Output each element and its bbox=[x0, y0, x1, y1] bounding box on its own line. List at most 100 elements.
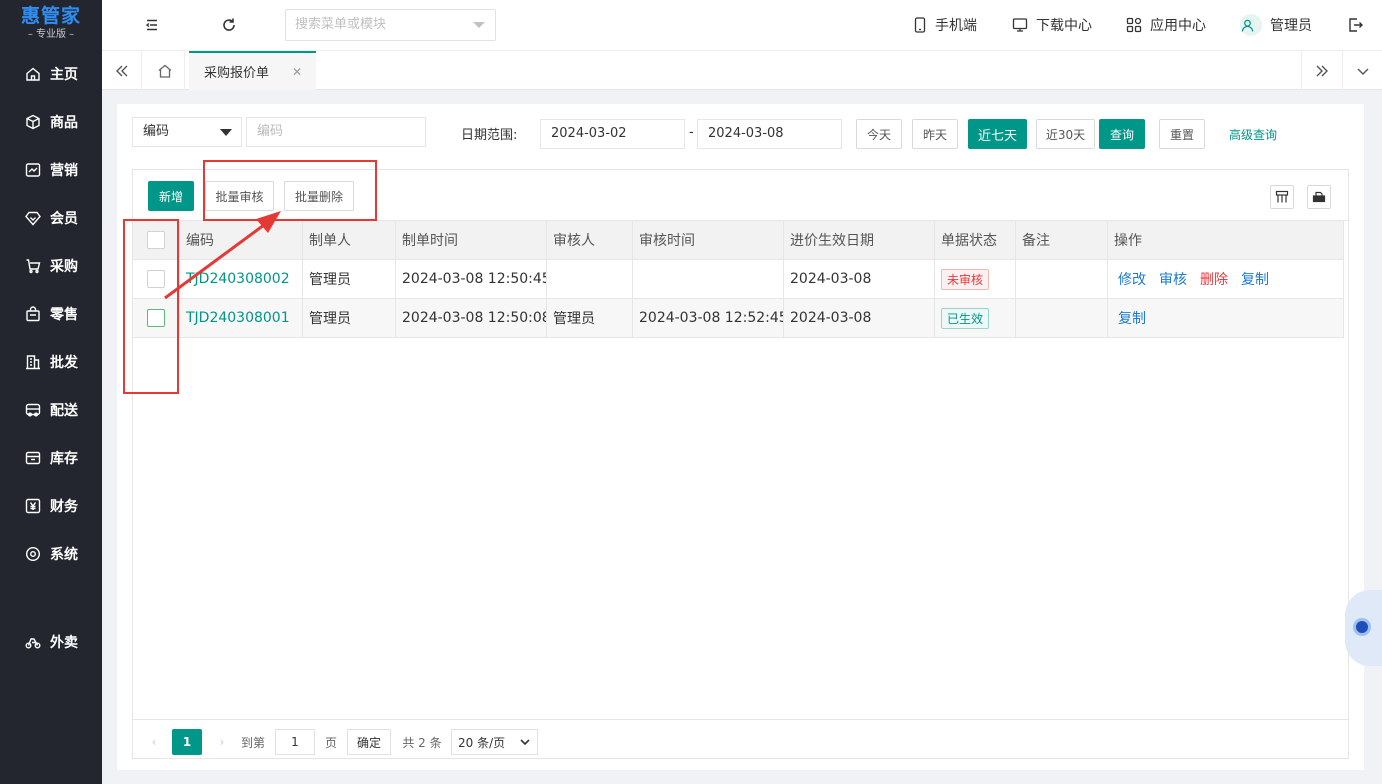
goto-label: 到第 bbox=[240, 735, 265, 750]
sidebar-item-label: 会员 bbox=[50, 211, 78, 227]
sidebar-item-label: 主页 bbox=[50, 67, 78, 83]
header-status[interactable]: 单据状态 bbox=[935, 221, 1016, 259]
goto-page-input[interactable]: 1 bbox=[275, 729, 315, 755]
sidebar-item-label: 外卖 bbox=[50, 635, 78, 651]
sidebar-item-marketing[interactable]: 营销 bbox=[0, 148, 102, 192]
tab-purchase-quote[interactable]: 采购报价单 ✕ bbox=[189, 51, 316, 90]
sidebar-item-purchase[interactable]: 采购 bbox=[0, 244, 102, 288]
sidebar-item-label: 库存 bbox=[50, 451, 78, 467]
row-code-link[interactable]: TJD240308002 bbox=[180, 260, 303, 298]
row-creator: 管理员 bbox=[303, 260, 396, 298]
logout-icon[interactable] bbox=[1345, 15, 1365, 35]
sidebar-item-finance[interactable]: 财务 bbox=[0, 484, 102, 528]
date-to-input[interactable]: 2024-03-08 bbox=[697, 119, 842, 149]
row-note bbox=[1016, 299, 1108, 337]
menu-collapse-icon[interactable] bbox=[142, 15, 162, 35]
row-effective-date: 2024-03-08 bbox=[784, 260, 935, 298]
box-icon bbox=[25, 451, 41, 465]
audit-link[interactable]: 审核 bbox=[1159, 269, 1187, 289]
download-center-link[interactable]: 下载中心 bbox=[1012, 0, 1092, 50]
refresh-icon[interactable] bbox=[219, 15, 239, 35]
sidebar-item-takeout[interactable]: 外卖 bbox=[0, 620, 102, 664]
tabs-scroll-right-button[interactable] bbox=[1301, 51, 1341, 90]
sidebar-item-label: 配送 bbox=[50, 403, 78, 419]
export-button[interactable] bbox=[1307, 185, 1331, 209]
tab-bar: 采购报价单 ✕ bbox=[102, 50, 1382, 90]
tab-home[interactable] bbox=[145, 51, 185, 90]
sidebar-item-label: 财务 bbox=[50, 499, 78, 515]
header-actions: 操作 bbox=[1108, 221, 1344, 259]
annotation-box-checkboxes bbox=[123, 219, 179, 394]
search-field-select[interactable]: 编码 bbox=[132, 117, 242, 147]
date-from-input[interactable]: 2024-03-02 bbox=[540, 119, 685, 149]
delete-link[interactable]: 删除 bbox=[1200, 269, 1228, 289]
total-count: 共 2 条 bbox=[402, 735, 442, 750]
chevron-down-icon bbox=[1357, 68, 1368, 75]
sidebar-item-system[interactable]: 系统 bbox=[0, 532, 102, 576]
prev-page-icon[interactable]: ‹ bbox=[145, 729, 163, 755]
sidebar-item-member[interactable]: 会员 bbox=[0, 196, 102, 240]
menu-search-input[interactable]: 搜索菜单或模块 bbox=[285, 9, 496, 41]
table-row: TJD240308002 管理员 2024-03-08 12:50:45 202… bbox=[133, 260, 1344, 299]
sidebar-item-retail[interactable]: 零售 bbox=[0, 292, 102, 336]
page-1-button[interactable]: 1 bbox=[172, 729, 202, 755]
annotation-box-batch-buttons bbox=[203, 160, 377, 221]
edit-link[interactable]: 修改 bbox=[1118, 269, 1146, 289]
user-icon bbox=[1241, 19, 1253, 32]
bag-icon bbox=[26, 306, 40, 322]
date-separator: - bbox=[689, 125, 694, 140]
code-search-input[interactable]: 编码 bbox=[246, 117, 426, 147]
sidebar-item-label: 系统 bbox=[50, 547, 78, 563]
row-created-time: 2024-03-08 12:50:45 bbox=[396, 260, 547, 298]
row-audit-time bbox=[633, 260, 784, 298]
header-effective-date[interactable]: 进价生效日期 bbox=[784, 221, 935, 259]
settings-icon bbox=[25, 546, 41, 562]
tabs-scroll-left-button[interactable] bbox=[102, 51, 142, 90]
columns-filter-button[interactable] bbox=[1270, 185, 1294, 209]
sidebar: 惠管家 – 专业版 – 主页 商品 营销 会员 采购 零售 批发 配送 库存 财… bbox=[0, 0, 102, 784]
next-page-icon[interactable]: › bbox=[213, 729, 231, 755]
header-created-time[interactable]: 制单时间 bbox=[396, 221, 547, 259]
sidebar-item-label: 零售 bbox=[50, 307, 78, 323]
yesterday-button[interactable]: 昨天 bbox=[912, 119, 958, 149]
sidebar-item-label: 营销 bbox=[50, 163, 78, 179]
query-button[interactable]: 查询 bbox=[1099, 119, 1145, 149]
close-icon[interactable]: ✕ bbox=[292, 65, 302, 79]
sidebar-item-goods[interactable]: 商品 bbox=[0, 100, 102, 144]
yen-icon bbox=[25, 498, 41, 514]
header-auditor[interactable]: 审核人 bbox=[547, 221, 633, 259]
header-audit-time[interactable]: 审核时间 bbox=[633, 221, 784, 259]
bike-icon bbox=[25, 638, 41, 649]
pagination: ‹ 1 › 到第 1 页 确定 共 2 条 20 条/页 bbox=[133, 719, 1348, 759]
copy-link[interactable]: 复制 bbox=[1118, 308, 1146, 328]
header-creator[interactable]: 制单人 bbox=[303, 221, 396, 259]
page-size-value: 20 条/页 bbox=[458, 735, 506, 750]
sidebar-item-delivery[interactable]: 配送 bbox=[0, 388, 102, 432]
app-center-link[interactable]: 应用中心 bbox=[1126, 0, 1206, 50]
add-button[interactable]: 新增 bbox=[148, 181, 194, 211]
tabs-menu-button[interactable] bbox=[1342, 51, 1382, 90]
sidebar-item-wholesale[interactable]: 批发 bbox=[0, 340, 102, 384]
advanced-query-link[interactable]: 高级查询 bbox=[1229, 126, 1277, 143]
sidebar-item-stock[interactable]: 库存 bbox=[0, 436, 102, 480]
assistant-icon bbox=[1353, 618, 1371, 636]
print-icon bbox=[1312, 191, 1326, 203]
today-button[interactable]: 今天 bbox=[856, 119, 902, 149]
page-size-select[interactable]: 20 条/页 bbox=[451, 729, 538, 755]
copy-link[interactable]: 复制 bbox=[1241, 269, 1269, 289]
tab-label: 采购报价单 bbox=[204, 66, 270, 81]
goto-confirm-button[interactable]: 确定 bbox=[347, 729, 391, 755]
header-note[interactable]: 备注 bbox=[1016, 221, 1108, 259]
header-code[interactable]: 编码 bbox=[180, 221, 303, 259]
last-7-days-button[interactable]: 近七天 bbox=[968, 119, 1027, 149]
mobile-link[interactable]: 手机端 bbox=[913, 0, 977, 50]
assistant-floating-button[interactable] bbox=[1345, 590, 1382, 666]
row-code-link[interactable]: TJD240308001 bbox=[180, 299, 303, 337]
last-30-days-button[interactable]: 近30天 bbox=[1036, 119, 1095, 149]
user-menu[interactable]: 管理员 bbox=[1240, 0, 1312, 50]
sidebar-item-home[interactable]: 主页 bbox=[0, 52, 102, 96]
reset-button[interactable]: 重置 bbox=[1159, 119, 1205, 149]
row-creator: 管理员 bbox=[303, 299, 396, 337]
home-icon bbox=[26, 67, 40, 81]
row-created-time: 2024-03-08 12:50:08 bbox=[396, 299, 547, 337]
